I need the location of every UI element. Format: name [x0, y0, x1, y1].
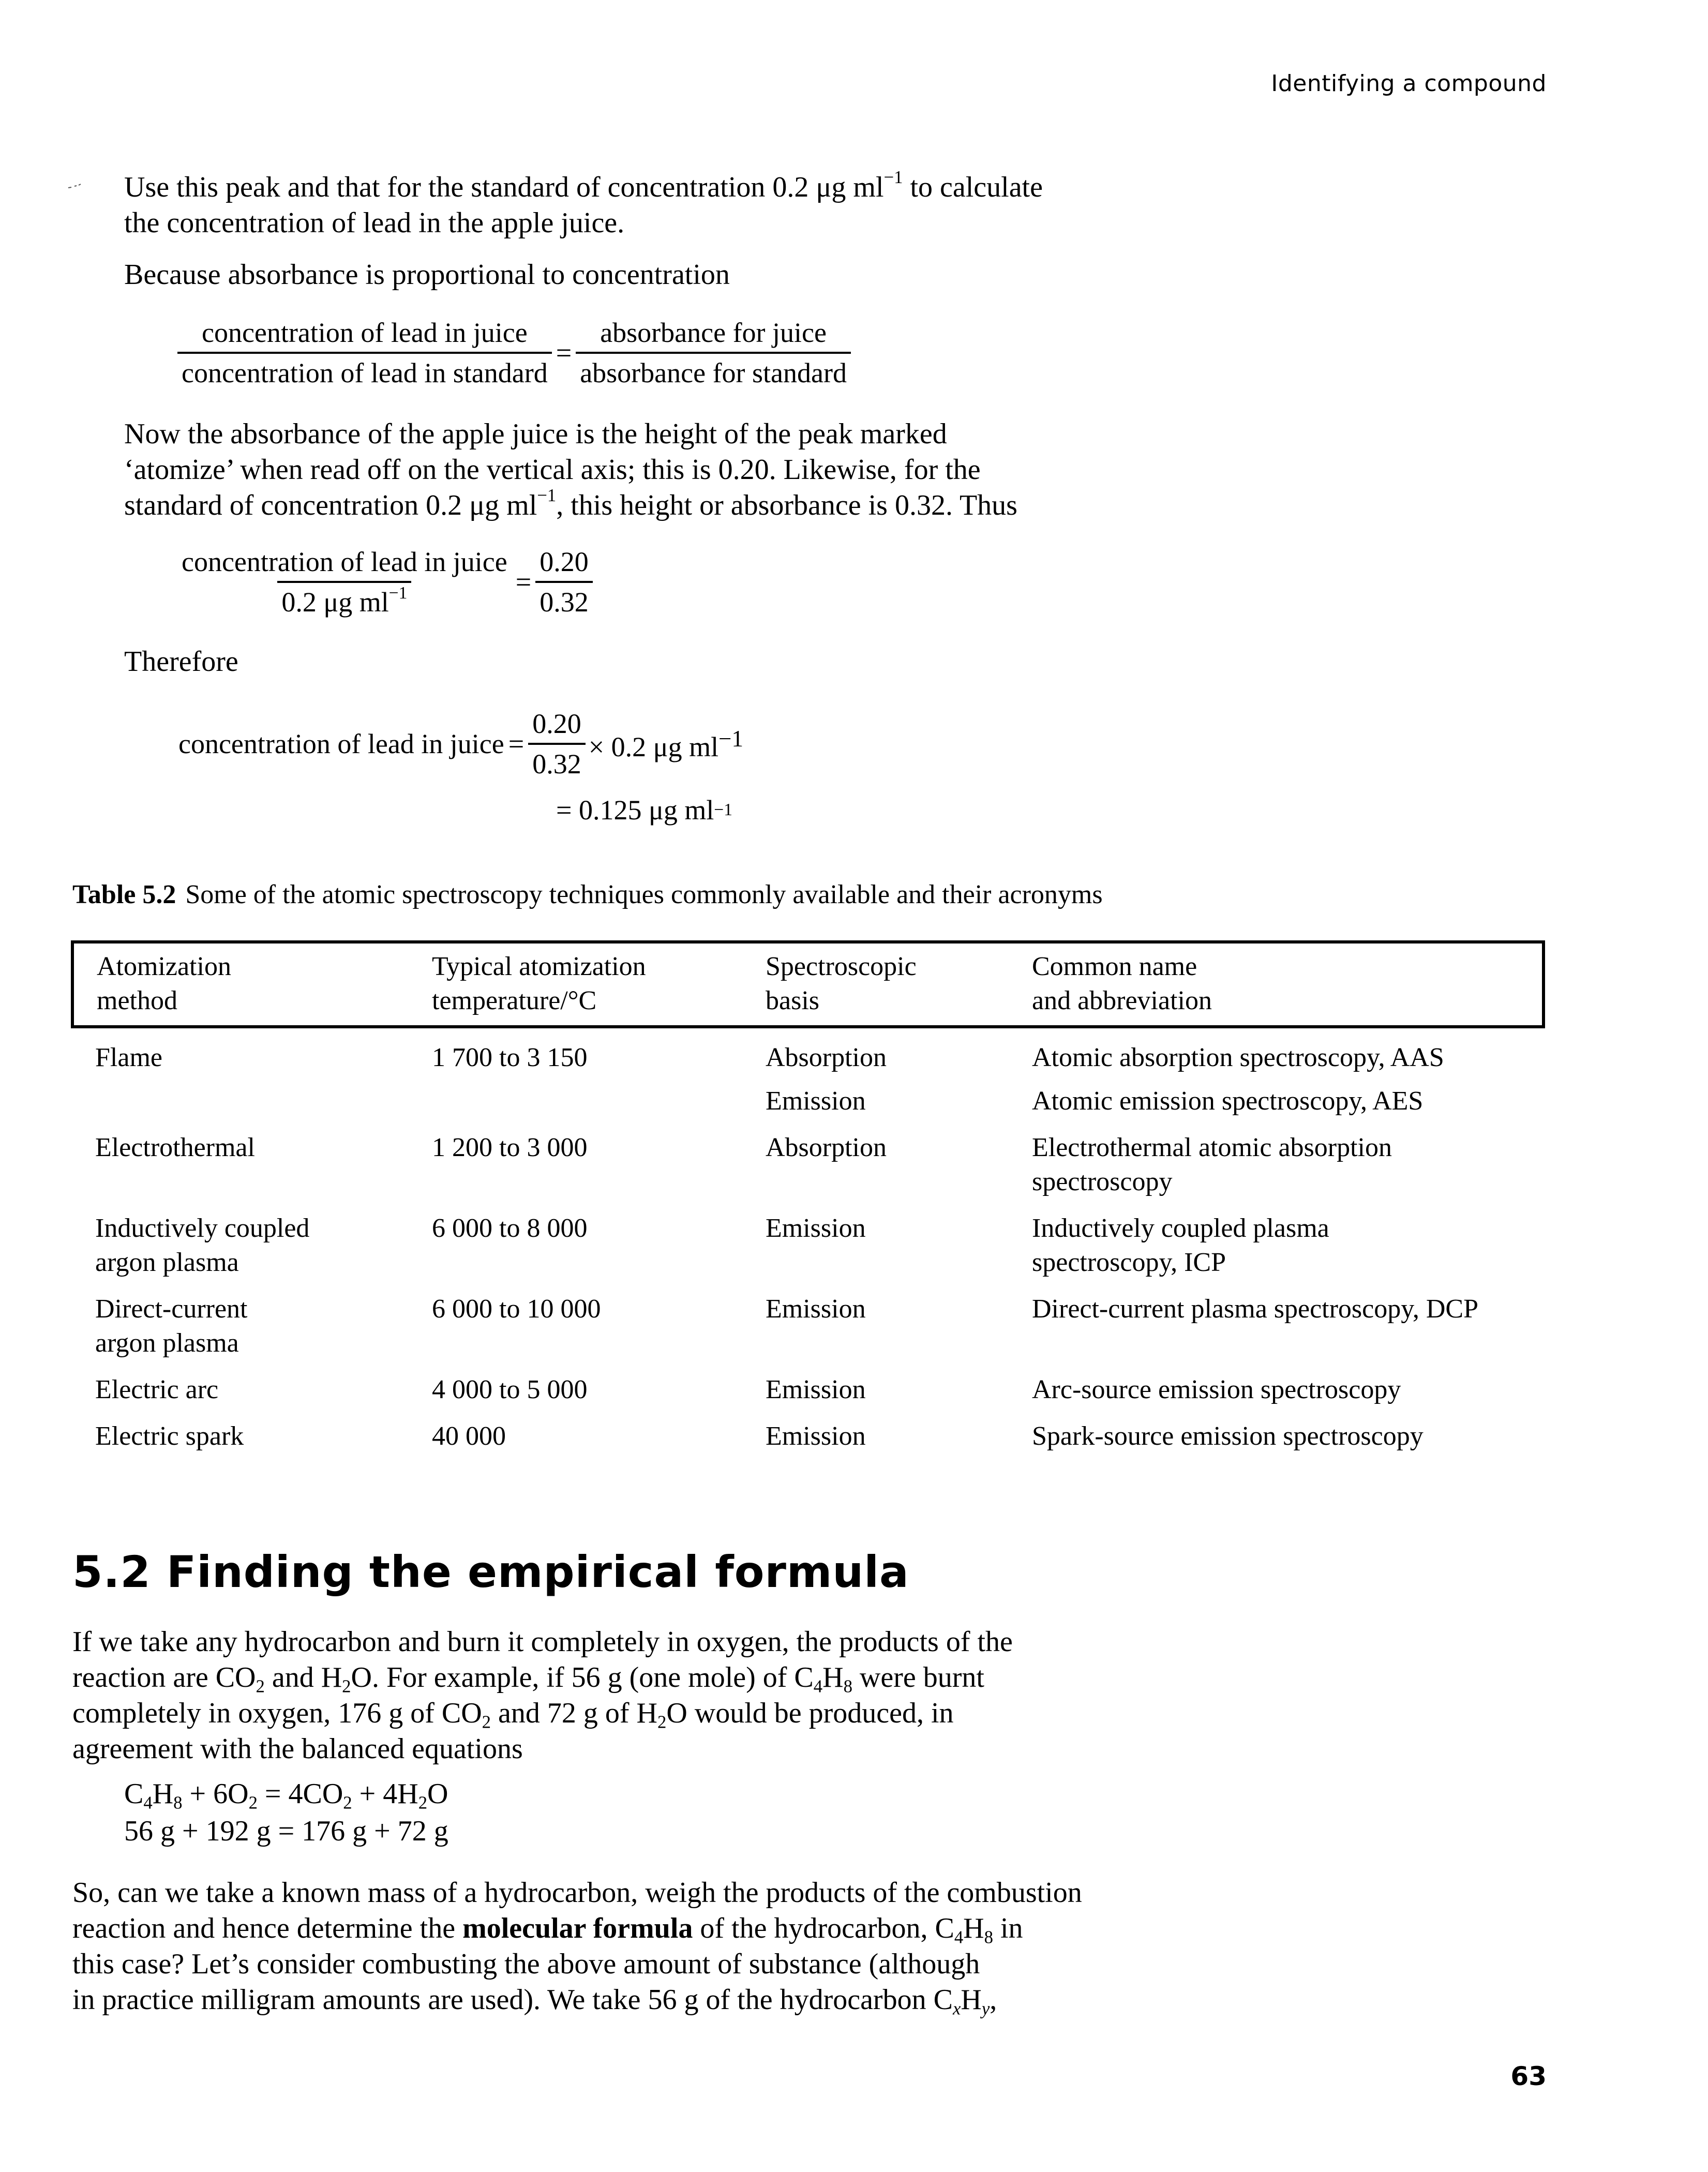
header-temperature: Typical atomization temperature/°C	[432, 952, 646, 1015]
table-row: Electrothermal 1 200 to 3 000 Absorption El…	[72, 1118, 1544, 1199]
cell-common-name: Spark-source emission spectroscopy	[1032, 1421, 1424, 1451]
cell-temperature: 6 000 to 10 000	[432, 1294, 601, 1324]
cell-basis: Emission	[766, 1421, 866, 1451]
table-row: Electric spark 40 000 Emission Spark-source…	[72, 1407, 1544, 1454]
page-number: 63	[1510, 2061, 1547, 2091]
cell-method: Flame	[95, 1043, 162, 1072]
cell-basis: Emission	[766, 1214, 866, 1243]
cell-basis: Emission	[766, 1375, 866, 1404]
lhs-numerator: concentration of lead in juice	[202, 317, 528, 348]
cell-common-name: Electrothermal atomic absorption spectros…	[1032, 1133, 1392, 1196]
equals-sign: =	[556, 337, 572, 368]
cell-temperature	[432, 1075, 766, 1118]
ratio-equation: concentration of lead in juice concentra…	[177, 317, 851, 389]
combustion-paragraph: If we take any hydrocarbon and burn it c…	[72, 1626, 1013, 1765]
rhs-denominator: absorbance for standard	[576, 352, 851, 389]
table-row: Emission Atomic emission spectroscopy, AE…	[72, 1075, 1544, 1118]
table-header-row: Atomization method Typical atomization tem…	[72, 942, 1544, 1027]
cell-method: Inductively coupled argon plasma	[95, 1214, 310, 1277]
running-header: Identifying a compound	[1271, 70, 1547, 97]
table-caption-text: Some of the atomic spectroscopy techniqu…	[185, 880, 1103, 909]
lhs-denominator: concentration of lead in standard	[177, 352, 552, 389]
section-title: Finding the empirical formula	[166, 1547, 909, 1597]
balanced-equation-masses: 56 g + 192 g = 176 g + 72 g	[124, 1815, 448, 1847]
table-caption: Table 5.2 Some of the atomic spectroscopy…	[72, 879, 1103, 910]
header-atomization-method: Atomization method	[97, 952, 231, 1015]
cell-method: Electric spark	[95, 1421, 244, 1451]
cell-common-name: Inductively coupled plasma spectroscopy, …	[1032, 1214, 1329, 1277]
question-paragraph: So, can we take a known mass of a hydroc…	[72, 1877, 1082, 2019]
intro-line-1: Use this peak and that for the standard …	[124, 167, 1043, 203]
table-body: Flame 1 700 to 3 150 Absorption Atomic abso…	[72, 1027, 1544, 1454]
cell-method: Electric arc	[95, 1375, 219, 1404]
cell-temperature: 40 000	[432, 1421, 506, 1451]
balanced-equation-formula: C4H8 + 6O2 = 4CO2 + 4H2O	[124, 1778, 448, 1813]
term-molecular-formula: molecular formula	[462, 1912, 693, 1944]
intro-paragraph: Use this peak and that for the standard …	[124, 167, 1043, 241]
values-rhs-fraction: 0.20 0.32	[535, 546, 593, 618]
scan-mark	[68, 184, 81, 188]
table-row: Inductively coupled argon plasma 6 000 to …	[72, 1199, 1544, 1280]
values-equation: concentration of lead in juice 0.2 μg ml…	[177, 546, 593, 618]
cell-method: Direct-current argon plasma	[95, 1294, 248, 1358]
cell-basis: Emission	[766, 1294, 866, 1324]
result-equation: concentration of lead in juice = 0.20 0.…	[178, 708, 744, 780]
cell-basis: Emission	[766, 1086, 866, 1116]
result-value: = 0.125 μg ml −1	[556, 795, 733, 826]
table-label: Table 5.2	[72, 880, 176, 909]
header-spectroscopic-basis: Spectroscopic basis	[766, 952, 917, 1015]
table-row: Direct-current argon plasma 6 000 to 10 00…	[72, 1280, 1544, 1360]
cell-method: Electrothermal	[95, 1133, 255, 1162]
table-row: Electric arc 4 000 to 5 000 Emission Arc-so…	[72, 1360, 1544, 1407]
rhs-fraction: absorbance for juice absorbance for stan…	[576, 317, 851, 389]
result-fraction: 0.20 0.32	[528, 708, 586, 780]
cell-temperature: 1 700 to 3 150	[432, 1043, 588, 1072]
header-common-name: Common name and abbreviation	[1032, 952, 1212, 1015]
intro-line-2: the concentration of lead in the apple j…	[124, 207, 625, 239]
rhs-numerator: absorbance for juice	[600, 317, 827, 348]
therefore-label: Therefore	[124, 646, 238, 678]
cell-temperature: 4 000 to 5 000	[432, 1375, 588, 1404]
section-number: 5.2	[72, 1547, 151, 1597]
cell-method	[72, 1075, 432, 1118]
cell-basis: Absorption	[766, 1133, 887, 1162]
cell-temperature: 1 200 to 3 000	[432, 1133, 588, 1162]
lhs-fraction: concentration of lead in juice concentra…	[177, 317, 552, 389]
absorbance-paragraph: Now the absorbance of the apple juice is…	[124, 418, 1017, 521]
cell-temperature: 6 000 to 8 000	[432, 1214, 588, 1243]
table-row: Flame 1 700 to 3 150 Absorption Atomic abso…	[72, 1027, 1544, 1075]
because-line: Because absorbance is proportional to co…	[124, 259, 730, 291]
cell-common-name: Direct-current plasma spectroscopy, DCP	[1032, 1294, 1479, 1324]
values-lhs-fraction: concentration of lead in juice 0.2 μg ml…	[182, 546, 507, 618]
cell-basis: Absorption	[766, 1043, 887, 1072]
cell-common-name: Atomic absorption spectroscopy, AAS	[1032, 1043, 1444, 1072]
section-heading: 5.2 Finding the empirical formula	[72, 1547, 909, 1597]
cell-common-name: Arc-source emission spectroscopy	[1032, 1375, 1401, 1404]
atomic-spectroscopy-table: Atomization method Typical atomization tem…	[71, 940, 1545, 1454]
cell-common-name: Atomic emission spectroscopy, AES	[1032, 1086, 1424, 1116]
balanced-equations: C4H8 + 6O2 = 4CO2 + 4H2O 56 g + 192 g = …	[124, 1775, 448, 1850]
